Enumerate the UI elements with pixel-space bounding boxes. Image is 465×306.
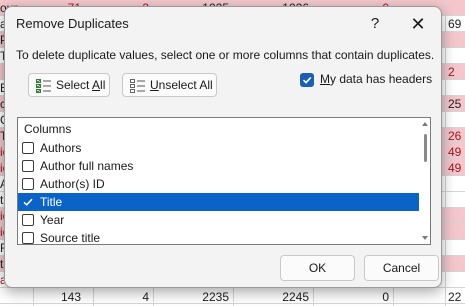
sheet-cell[interactable]: 143 [34,289,81,305]
sheet-cell[interactable]: 4 [94,289,149,305]
column-item-label: Author(s) ID [40,177,105,191]
column-item-label: Title [40,195,63,209]
column-item-title[interactable]: Title [18,193,419,211]
scroll-down-arrow-icon[interactable] [422,236,428,240]
sheet-cell[interactable]: 2235 [154,289,229,305]
sheet-cell[interactable]: 26 [448,128,465,144]
sheet-cell[interactable]: 2245 [234,289,309,305]
sheet-cell[interactable]: 2 [448,64,465,80]
column-item-author-ids[interactable]: Author(s) ID [18,175,419,193]
list-scrollbar[interactable] [420,118,430,244]
sheet-cell[interactable]: 49 [448,144,465,160]
columns-listbox[interactable]: Columns Authors Author full names Author… [17,117,431,245]
dialog-titlebar[interactable]: Remove Duplicates ? ✕ [5,7,441,39]
column-item-author-full-names[interactable]: Author full names [18,157,419,175]
my-data-has-headers-label: My data has headers [320,72,433,86]
column-item-year[interactable]: Year [18,211,419,229]
unselect-all-label: Unselect All [150,78,213,92]
scrollbar-thumb[interactable] [424,134,427,162]
sheet-cell[interactable]: 49 [448,160,465,176]
column-gridline [445,0,446,306]
ok-button[interactable]: OK [280,255,355,281]
checkbox-unchecked-icon[interactable] [22,142,34,154]
unselect-all-icon [130,78,146,93]
columns-list-header: Columns [24,122,72,136]
checkbox-unchecked-icon[interactable] [22,178,34,190]
cancel-button[interactable]: Cancel [364,255,439,281]
column-item-source-title[interactable]: Source title [18,229,419,245]
unselect-all-button[interactable]: Unselect All [122,73,217,97]
close-button[interactable]: ✕ [398,11,438,37]
sheet-cell[interactable]: 25 [448,96,465,112]
remove-duplicates-dialog: Remove Duplicates ? ✕ To delete duplicat… [4,6,442,288]
sheet-cell[interactable]: 69 [448,16,465,32]
checkbox-unchecked-icon[interactable] [22,214,34,226]
column-item-label: Authors [40,141,82,155]
scroll-up-arrow-icon[interactable] [422,122,428,126]
dialog-title: Remove Duplicates [16,16,129,31]
column-item-authors[interactable]: Authors [18,139,419,157]
checkbox-unchecked-icon[interactable] [22,232,34,244]
checkmark-icon[interactable] [22,196,34,208]
select-all-icon [36,78,52,93]
help-button[interactable]: ? [355,11,395,37]
sheet-cell[interactable]: 0 [314,289,389,305]
select-all-button[interactable]: Select All [28,73,110,97]
instruction-text: To delete duplicate values, select one o… [16,48,435,62]
column-item-label: Author full names [40,159,134,173]
checkbox-unchecked-icon[interactable] [22,160,34,172]
checkbox-checked-icon[interactable] [300,73,314,87]
column-item-label: Year [40,213,65,227]
column-item-label: Source title [40,231,101,245]
sheet-cell[interactable]: 22 [448,289,465,305]
select-all-label: Select All [56,78,106,92]
